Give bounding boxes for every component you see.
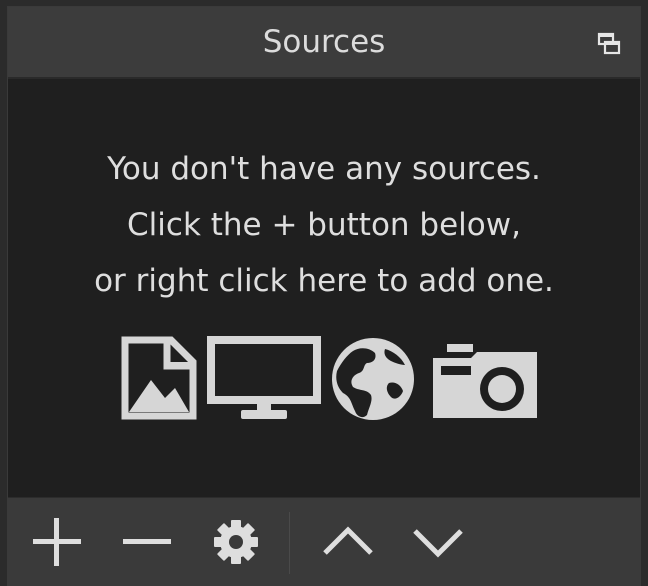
empty-hint-line-2: Click the + button below,	[127, 207, 521, 243]
dock-title: Sources	[262, 24, 386, 60]
remove-source-button[interactable]	[118, 513, 176, 571]
minus-icon	[123, 539, 171, 544]
empty-state-icons	[8, 331, 640, 421]
image-icon	[121, 336, 197, 420]
empty-hint-line-3: or right click here to add one.	[94, 263, 554, 299]
sources-dock: Sources You don't have any sources. Clic…	[7, 6, 641, 586]
empty-hint-line-1: You don't have any sources.	[107, 151, 541, 187]
globe-icon	[332, 338, 414, 420]
camera-icon	[433, 344, 537, 418]
gear-icon	[214, 520, 258, 564]
plus-icon	[33, 518, 81, 566]
chevron-down-icon	[413, 529, 463, 558]
sources-toolbar	[8, 497, 640, 586]
sources-list-area[interactable]: You don't have any sources. Click the + …	[8, 79, 640, 497]
source-properties-button[interactable]	[207, 513, 265, 571]
add-source-button[interactable]	[28, 513, 86, 571]
chevron-up-icon	[323, 526, 373, 555]
toolbar-separator	[289, 512, 290, 574]
dock-titlebar[interactable]: Sources	[8, 7, 640, 79]
float-window-icon	[597, 32, 621, 55]
float-window-button[interactable]	[594, 29, 624, 59]
move-source-up-button[interactable]	[319, 513, 377, 571]
monitor-icon	[207, 336, 321, 419]
move-source-down-button[interactable]	[409, 513, 467, 571]
